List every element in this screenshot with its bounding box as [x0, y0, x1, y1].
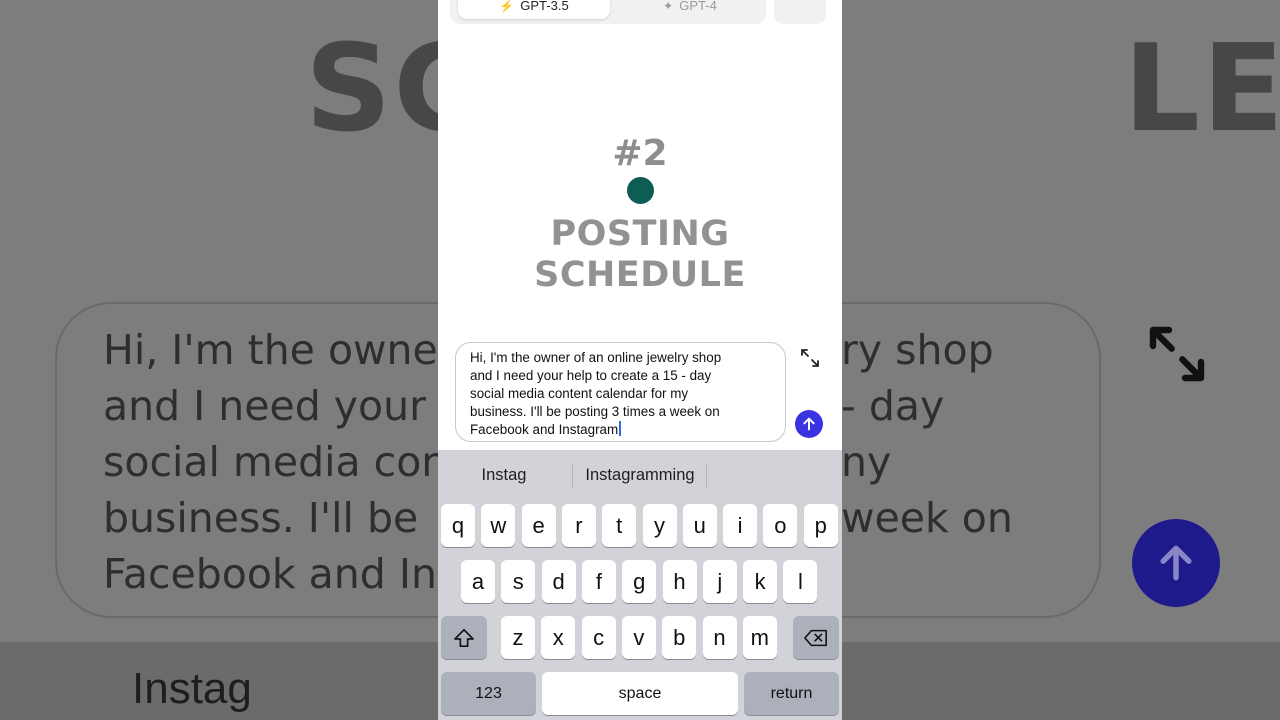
key-g[interactable]: g — [622, 560, 657, 603]
tab-gpt-3-5[interactable]: ⚡ GPT-3.5 — [458, 0, 610, 19]
keyboard: Instag Instagramming qwertyuiop asdfghjkl… — [438, 450, 842, 720]
key-i[interactable]: i — [723, 504, 758, 547]
background-expand-icon — [1149, 326, 1205, 382]
key-p[interactable]: p — [803, 504, 838, 547]
text-caret — [619, 421, 622, 436]
key-j[interactable]: j — [702, 560, 737, 603]
tab-gpt-4[interactable]: ✦ GPT-4 — [620, 0, 760, 19]
model-selector: ⚡ GPT-3.5 ✦ GPT-4 — [450, 0, 766, 24]
key-k[interactable]: k — [743, 560, 778, 603]
key-e[interactable]: e — [521, 504, 556, 547]
shift-icon — [454, 628, 474, 647]
accent-dot — [627, 177, 654, 204]
key-h[interactable]: h — [662, 560, 697, 603]
sparkle-icon: ✦ — [663, 0, 674, 13]
arrow-up-icon — [803, 417, 815, 431]
key-q[interactable]: q — [441, 504, 475, 547]
send-button[interactable] — [795, 410, 823, 438]
key-f[interactable]: f — [581, 560, 616, 603]
expand-icon[interactable] — [798, 346, 822, 370]
shift-key[interactable] — [441, 616, 487, 659]
numbers-key[interactable]: 123 — [441, 672, 536, 715]
key-c[interactable]: c — [581, 616, 616, 659]
suggestion-separator — [706, 464, 707, 488]
key-t[interactable]: t — [602, 504, 637, 547]
key-z[interactable]: z — [501, 616, 535, 659]
options-button[interactable] — [774, 0, 826, 24]
step-number: #2 — [612, 133, 668, 174]
background-send-icon — [1132, 519, 1220, 607]
backspace-icon — [804, 629, 827, 646]
suggestion-separator — [572, 464, 573, 488]
message-input[interactable]: Hi, I'm the owner of an online jewelry s… — [455, 342, 786, 442]
background-prompt-text-right: ry shop - day ny week on — [841, 326, 1013, 542]
key-o[interactable]: o — [763, 504, 798, 547]
key-v[interactable]: v — [621, 616, 656, 659]
key-s[interactable]: s — [501, 560, 536, 603]
return-key[interactable]: return — [744, 672, 839, 715]
delete-key[interactable] — [793, 616, 839, 659]
key-u[interactable]: u — [682, 504, 717, 547]
key-l[interactable]: l — [783, 560, 818, 603]
key-w[interactable]: w — [481, 504, 516, 547]
key-d[interactable]: d — [541, 560, 576, 603]
suggestion-bar: Instag Instagramming — [438, 450, 842, 502]
key-y[interactable]: y — [642, 504, 677, 547]
suggestion-2[interactable]: Instagramming — [578, 466, 702, 485]
section-title: POSTING SCHEDULE — [534, 214, 746, 295]
key-a[interactable]: a — [461, 560, 495, 603]
space-key[interactable]: space — [542, 672, 738, 715]
key-m[interactable]: m — [742, 616, 777, 659]
key-n[interactable]: n — [702, 616, 737, 659]
key-r[interactable]: r — [561, 504, 596, 547]
key-x[interactable]: x — [541, 616, 576, 659]
suggestion-1[interactable]: Instag — [468, 466, 540, 485]
message-input-text: Hi, I'm the owner of an online jewelry s… — [470, 350, 722, 437]
lightning-icon: ⚡ — [499, 0, 515, 13]
background-suggestion: Instag — [132, 664, 252, 713]
phone-screen: ⚡ GPT-3.5 ✦ GPT-4 #2 POSTING SCHEDULE Hi, … — [438, 0, 842, 720]
key-b[interactable]: b — [662, 616, 697, 659]
